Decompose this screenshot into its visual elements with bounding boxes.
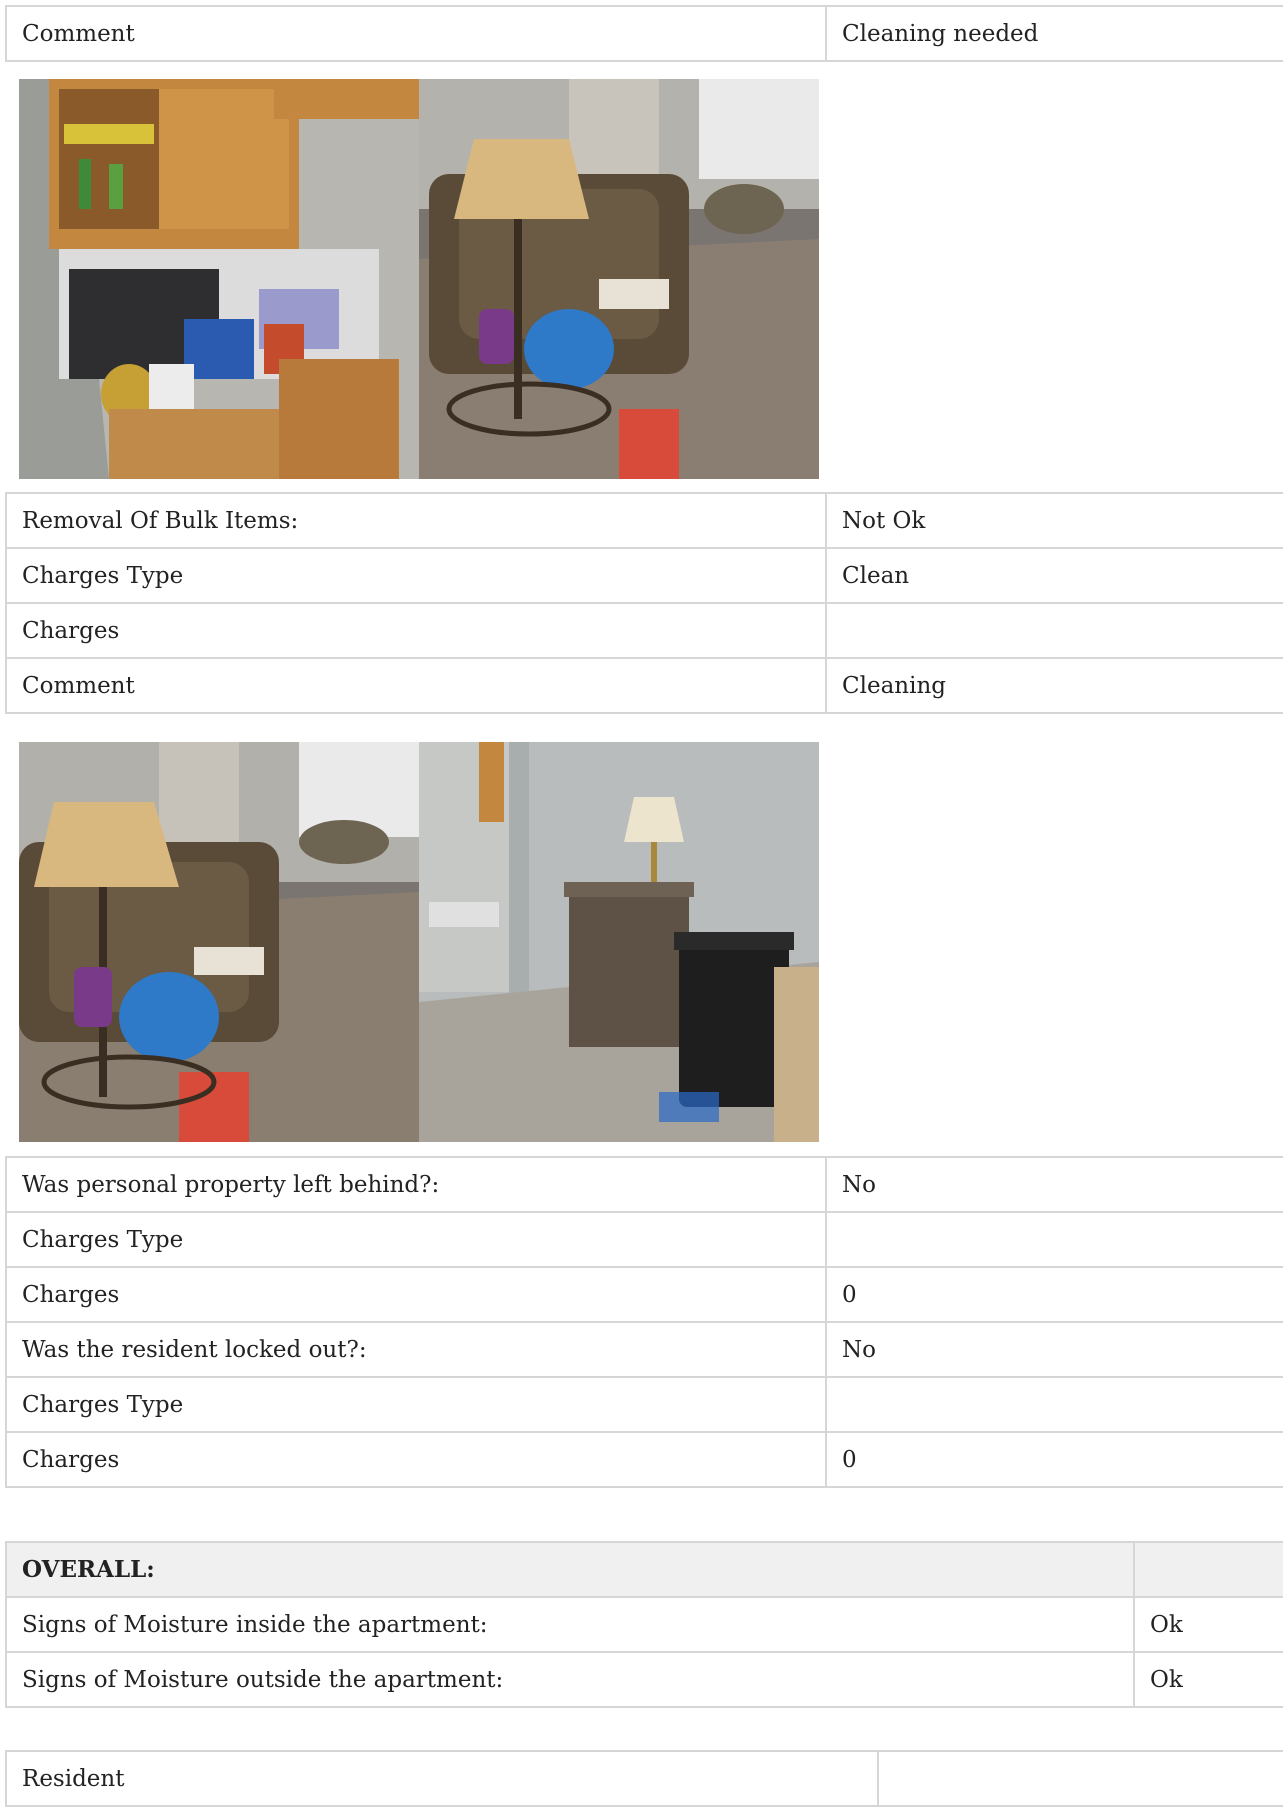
photo-row-1 [19,79,819,479]
row-label: Charges [5,1431,827,1488]
row-value: Not Ok [825,492,1283,549]
overall-header-row: OVERALL: [5,1541,1283,1598]
row-label: Comment [5,5,827,62]
row-label: Resident [5,1750,879,1807]
overall-table: OVERALL: Signs of Moisture inside the ap… [5,1541,1283,1708]
living-room-recliner-photo[interactable] [19,742,419,1142]
row-label: Charges Type [5,1211,827,1268]
row-value [825,1376,1283,1433]
row-label: Removal Of Bulk Items: [5,492,827,549]
row-label: Signs of Moisture inside the apartment: [5,1596,1135,1653]
row-value: 0 [825,1266,1283,1323]
table-row: Signs of Moisture outside the apartment:… [5,1651,1283,1708]
row-value: Cleaning needed [825,5,1283,62]
bulk-items-table: Removal Of Bulk Items: Not Ok Charges Ty… [5,492,1283,714]
table-row: Comment Cleaning needed [5,5,1283,62]
table-row: Was the resident locked out?: No [5,1321,1283,1378]
table-row: Resident [5,1750,1283,1807]
row-value: Ok [1133,1651,1283,1708]
table-row: Charges 0 [5,1431,1283,1488]
table-row: Charges [5,602,1283,659]
table-row: Charges Type Clean [5,547,1283,604]
row-label: Signs of Moisture outside the apartment: [5,1651,1135,1708]
table-row: Charges 0 [5,1266,1283,1323]
resident-table: Resident [5,1750,1283,1807]
table-row: Signs of Moisture inside the apartment: … [5,1596,1283,1653]
table-row: Removal Of Bulk Items: Not Ok [5,492,1283,549]
row-label: Charges [5,1266,827,1323]
row-label: Charges Type [5,547,827,604]
property-lockout-table: Was personal property left behind?: No C… [5,1156,1283,1488]
row-value: 0 [825,1431,1283,1488]
overall-heading: OVERALL: [5,1541,1135,1598]
row-value: Clean [825,547,1283,604]
table-row: Comment Cleaning [5,657,1283,714]
row-value: No [825,1321,1283,1378]
row-label: Charges Type [5,1376,827,1433]
table-row: Charges Type [5,1211,1283,1268]
row-value: Cleaning [825,657,1283,714]
table-row: Was personal property left behind?: No [5,1156,1283,1213]
row-label: Charges [5,602,827,659]
row-value [825,1211,1283,1268]
photo-row-2 [19,742,819,1142]
comment-table-1: Comment Cleaning needed [5,5,1283,62]
row-label: Was personal property left behind?: [5,1156,827,1213]
nightstand-trash-bin-photo[interactable] [419,742,819,1142]
row-value: Ok [1133,1596,1283,1653]
row-value [825,602,1283,659]
row-value [877,1750,1283,1807]
row-value: No [825,1156,1283,1213]
row-label: Was the resident locked out?: [5,1321,827,1378]
overall-heading-value [1133,1541,1283,1598]
row-label: Comment [5,657,827,714]
living-room-recliner-photo[interactable] [419,79,819,479]
table-row: Charges Type [5,1376,1283,1433]
kitchen-counter-photo[interactable] [19,79,419,479]
